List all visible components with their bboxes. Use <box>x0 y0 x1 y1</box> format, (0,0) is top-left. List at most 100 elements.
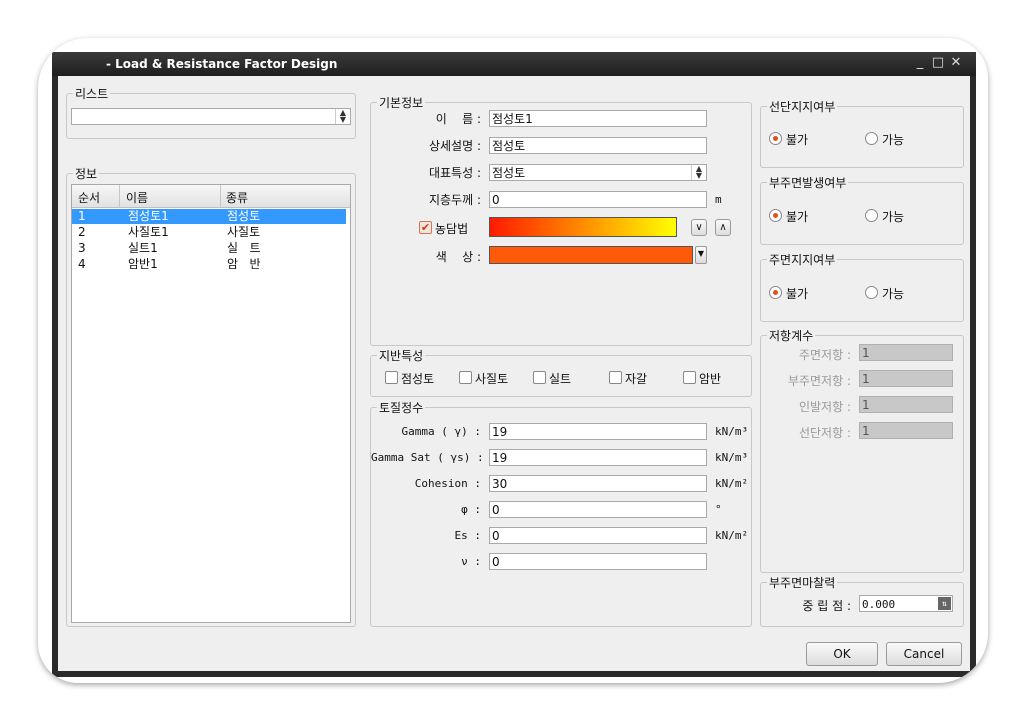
type-label: 대표특성 : <box>428 166 481 180</box>
list-group: 리스트 ▲ ▼ <box>66 85 356 139</box>
row-type: 실 트 <box>227 241 261 255</box>
color-dropdown-icon[interactable]: ▼ <box>695 246 707 264</box>
name-label: 이 름 : <box>435 112 481 126</box>
col-divider <box>119 185 120 207</box>
table-row[interactable]: 2 사질토1 사질토 <box>72 225 346 240</box>
skin-support-radio-yes[interactable] <box>865 286 878 299</box>
skin-resistance-input: 1 <box>859 344 953 361</box>
description-input[interactable]: 점성토 <box>489 137 707 154</box>
ground-checkbox-sand[interactable] <box>459 371 472 384</box>
col-header-type[interactable]: 종류 <box>226 189 248 206</box>
neg-skin-resistance-label: 부주면저항 : <box>787 374 851 388</box>
shading-checkbox[interactable]: ✔ <box>419 221 432 234</box>
pullout-resistance-label: 인발저항 : <box>798 400 851 414</box>
type-select[interactable]: 점성토 ▲ ▼ <box>489 164 707 181</box>
neg-friction-radio-yes[interactable] <box>865 209 878 222</box>
skin-support-yes-label: 가능 <box>882 287 905 301</box>
maximize-button[interactable]: □ <box>930 55 946 71</box>
thickness-label: 지층두께 : <box>428 193 481 207</box>
basic-info-label: 기본정보 <box>377 94 426 111</box>
row-name: 점성토1 <box>128 209 169 223</box>
ground-checkbox-clay[interactable] <box>385 371 398 384</box>
dialog-window: - Load & Resistance Factor Design _ □ ✕ … <box>52 52 976 677</box>
row-type: 암 반 <box>227 257 261 271</box>
cohesion-label: Cohesion : <box>414 477 481 490</box>
gamma-input[interactable]: 19 <box>489 423 707 440</box>
nu-input[interactable]: 0 <box>489 553 707 570</box>
es-input[interactable]: 0 <box>489 527 707 544</box>
skin-support-label: 주면지지여부 <box>767 251 838 268</box>
phi-input[interactable]: 0 <box>489 501 707 518</box>
soil-params-group: 토질정수 Gamma ( γ) : 19 kN/m³ Gamma Sat ( γ… <box>370 399 752 627</box>
dialog-client: 리스트 ▲ ▼ 정보 순서 이름 종류 1 점성토1 점성토 2 사질토1 사질… <box>58 76 970 671</box>
table-row[interactable]: 4 암반1 암 반 <box>72 257 346 272</box>
row-name: 사질토1 <box>128 225 169 239</box>
basic-info-group: 기본정보 이 름 : 점성토1 상세설명 : 점성토 대표특성 : 점성토 ▲ ▼… <box>370 94 752 346</box>
skin-support-no-label: 불가 <box>786 287 809 301</box>
cancel-button[interactable]: Cancel <box>886 642 962 666</box>
gradient-up-button[interactable]: ∧ <box>715 219 731 236</box>
list-group-label: 리스트 <box>73 85 111 102</box>
pullout-resistance-input: 1 <box>859 396 953 413</box>
list-select-spin-icon[interactable]: ▲ ▼ <box>335 109 350 124</box>
neg-friction-group: 부주면발생여부 불가 가능 <box>760 174 964 245</box>
table-row[interactable]: 1 점성토1 점성토 <box>72 209 346 224</box>
calculator-icon[interactable]: ⇅ <box>938 597 951 610</box>
info-list[interactable]: 순서 이름 종류 1 점성토1 점성토 2 사질토1 사질토 3 실트1 실 트… <box>71 184 351 623</box>
ground-option-clay: 점성토 <box>401 372 435 386</box>
col-header-name[interactable]: 이름 <box>126 189 148 206</box>
neg-skin-friction-label: 부주면마찰력 <box>767 574 838 591</box>
type-select-value: 점성토 <box>492 166 526 180</box>
col-divider <box>220 185 221 207</box>
ok-button[interactable]: OK <box>806 642 878 666</box>
gamma-sat-input[interactable]: 19 <box>489 449 707 466</box>
gamma-sat-label: Gamma Sat ( γs) : <box>371 451 484 464</box>
close-button[interactable]: ✕ <box>948 55 964 71</box>
thickness-unit: m <box>715 193 722 206</box>
table-row[interactable]: 3 실트1 실 트 <box>72 241 346 256</box>
tip-support-group: 선단지지여부 불가 가능 <box>760 98 964 168</box>
shading-gradient-bar[interactable] <box>489 217 677 237</box>
screenshot-frame: - Load & Resistance Factor Design _ □ ✕ … <box>38 38 988 683</box>
neg-skin-friction-group: 부주면마찰력 중 립 점 : 0.000 ⇅ <box>760 574 964 627</box>
color-swatch[interactable] <box>489 246 693 264</box>
shading-label: 농담법 <box>435 222 469 236</box>
neg-friction-no-label: 불가 <box>786 210 809 224</box>
row-order: 2 <box>78 225 86 239</box>
skin-support-radio-no[interactable] <box>769 286 782 299</box>
neg-friction-label: 부주면발생여부 <box>767 174 849 191</box>
neg-friction-radio-no[interactable] <box>769 209 782 222</box>
gamma-sat-unit: kN/m³ <box>715 451 749 464</box>
description-label: 상세설명 : <box>428 139 481 153</box>
info-group: 정보 순서 이름 종류 1 점성토1 점성토 2 사질토1 사질토 3 실트1 … <box>66 165 356 627</box>
tip-resistance-input: 1 <box>859 422 953 439</box>
ground-checkbox-rock[interactable] <box>683 371 696 384</box>
tip-support-radio-yes[interactable] <box>865 132 878 145</box>
skin-resistance-label: 주면저항 : <box>798 348 851 362</box>
thickness-input[interactable]: 0 <box>489 191 707 208</box>
es-unit: kN/m² <box>715 529 749 542</box>
neutral-point-input[interactable]: 0.000 ⇅ <box>859 595 953 612</box>
soil-params-label: 토질정수 <box>377 399 426 416</box>
ground-option-gravel: 자갈 <box>625 372 648 386</box>
gradient-down-button[interactable]: ∨ <box>691 219 707 236</box>
row-type: 사질토 <box>227 225 261 239</box>
ground-option-rock: 암반 <box>699 372 722 386</box>
cohesion-input[interactable]: 30 <box>489 475 707 492</box>
list-select[interactable]: ▲ ▼ <box>71 108 351 125</box>
tip-resistance-label: 선단저항 : <box>798 426 851 440</box>
col-header-order[interactable]: 순서 <box>78 189 100 206</box>
cohesion-unit: kN/m² <box>715 477 749 490</box>
resistance-label: 저항계수 <box>767 327 816 344</box>
ground-label: 지반특성 <box>377 347 426 364</box>
tip-support-radio-no[interactable] <box>769 132 782 145</box>
ground-checkbox-gravel[interactable] <box>609 371 622 384</box>
ground-checkbox-silt[interactable] <box>533 371 546 384</box>
gamma-unit: kN/m³ <box>715 425 749 438</box>
type-spin-icon[interactable]: ▲ ▼ <box>691 165 706 180</box>
gamma-label: Gamma ( γ) : <box>401 425 481 438</box>
row-type: 점성토 <box>227 209 261 223</box>
name-input[interactable]: 점성토1 <box>489 110 707 127</box>
neg-skin-resistance-input: 1 <box>859 370 953 387</box>
minimize-button[interactable]: _ <box>912 55 928 71</box>
